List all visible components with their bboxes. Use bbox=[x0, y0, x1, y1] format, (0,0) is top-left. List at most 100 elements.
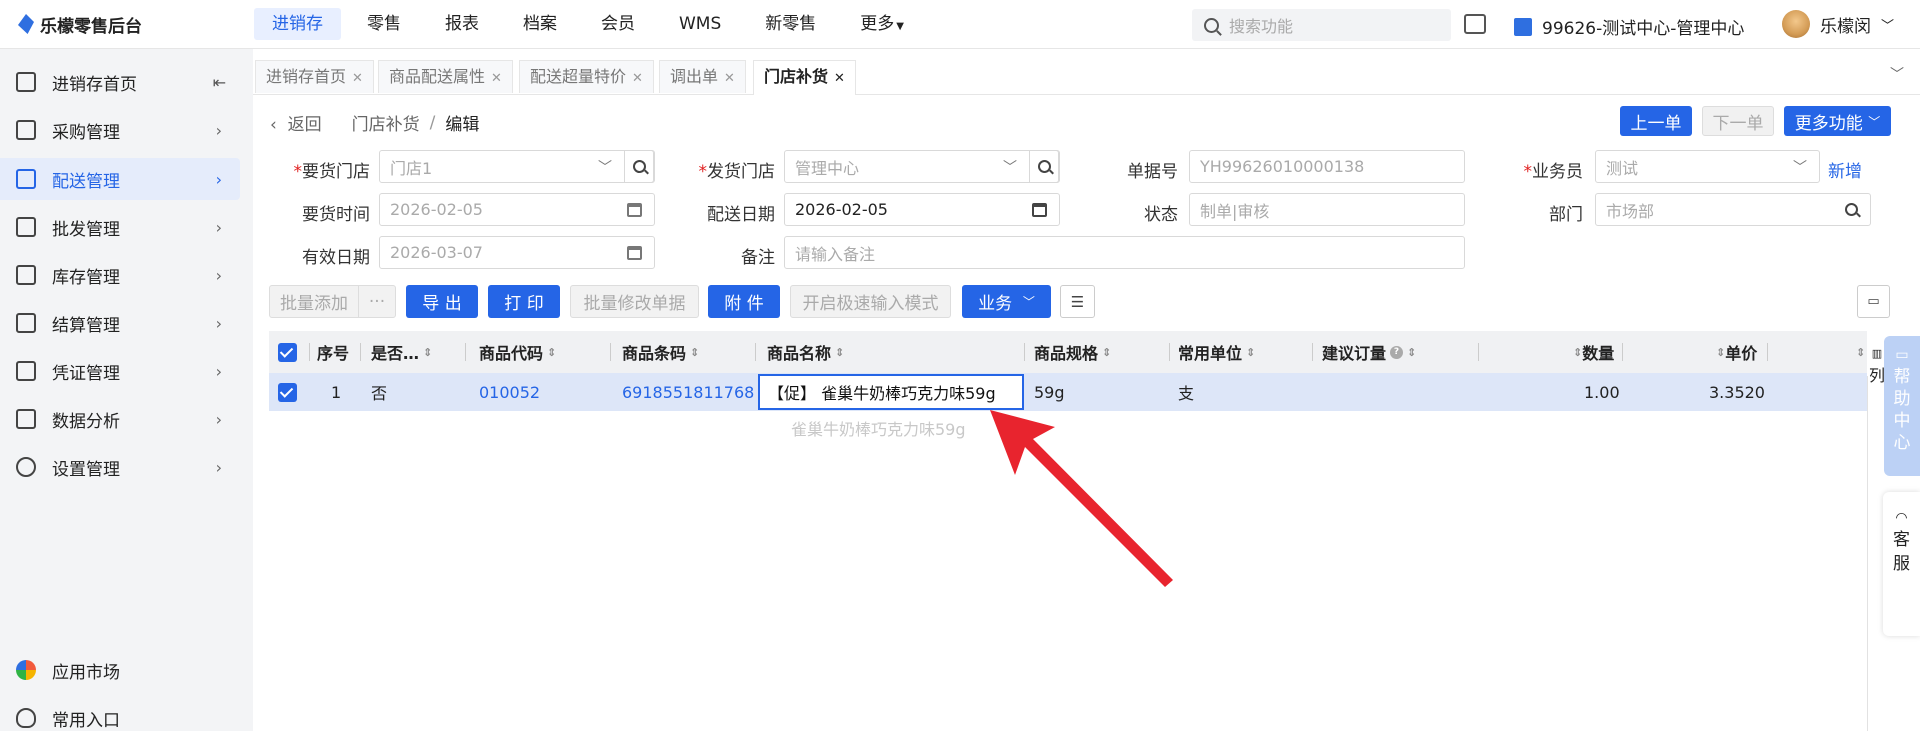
close-icon[interactable]: ✕ bbox=[834, 71, 845, 86]
search-icon[interactable] bbox=[1845, 203, 1858, 216]
remark-label: 备注 bbox=[741, 248, 775, 268]
prev-doc-button[interactable]: 上一单 bbox=[1620, 106, 1692, 136]
topnav-retail[interactable]: 零售 bbox=[349, 8, 419, 40]
name-suggestion[interactable]: 雀巢牛奶棒巧克力味59g bbox=[791, 416, 966, 440]
topnav-reports[interactable]: 报表 bbox=[427, 8, 497, 40]
tab-jinxiaocun-home[interactable]: 进销存首页 ✕ bbox=[255, 60, 374, 93]
sidebar-item-analytics[interactable]: 数据分析 › bbox=[0, 398, 240, 440]
business-dropdown[interactable]: 业务 ﹀ bbox=[962, 285, 1051, 318]
search-input[interactable]: 搜索功能 bbox=[1192, 9, 1451, 41]
cell-flag[interactable]: 否 bbox=[371, 373, 387, 411]
send-store-select[interactable]: 管理中心 ﹀ bbox=[784, 150, 1060, 183]
close-icon[interactable]: ✕ bbox=[352, 71, 363, 86]
chevron-down-icon[interactable]: ﹀ bbox=[1890, 64, 1904, 84]
tab-overqty-special[interactable]: 配送超量特价 ✕ bbox=[519, 60, 654, 93]
batch-modify-button[interactable]: 批量修改单据 bbox=[570, 285, 699, 318]
logo-icon bbox=[18, 14, 34, 34]
tab-delivery-attr[interactable]: 商品配送属性 ✕ bbox=[378, 60, 513, 93]
calendar-icon bbox=[627, 245, 642, 260]
cell-barcode[interactable]: 6918551811768 bbox=[622, 373, 754, 411]
topnav-more[interactable]: 更多 ▼ bbox=[842, 8, 922, 40]
req-store-search-button[interactable] bbox=[624, 150, 654, 183]
sort-icon: ⇕ bbox=[835, 345, 845, 359]
sidebar-item-label: 进销存首页 bbox=[52, 74, 137, 95]
close-icon[interactable]: ✕ bbox=[724, 71, 735, 86]
print-button[interactable]: 打 印 bbox=[488, 285, 560, 318]
column-settings-icon[interactable]: ☰ bbox=[1060, 285, 1095, 318]
export-button[interactable]: 导 出 bbox=[406, 285, 478, 318]
scrollbar[interactable] bbox=[1867, 376, 1868, 731]
app-logo[interactable]: 乐檬零售后台 bbox=[0, 12, 250, 37]
cell-qty[interactable]: 1.00 bbox=[1584, 373, 1620, 411]
sidebar-item-delivery[interactable]: 配送管理 › bbox=[0, 158, 240, 200]
attachment-button[interactable]: 附 件 bbox=[708, 285, 780, 318]
chart-icon bbox=[16, 409, 36, 429]
col-qty[interactable]: ⇕ 数量 bbox=[1569, 331, 1614, 373]
valid-date-field[interactable]: 2026-03-07 bbox=[379, 236, 655, 269]
topnav-wms[interactable]: WMS bbox=[661, 8, 739, 40]
delivery-date-field[interactable]: 2026-02-05 bbox=[784, 193, 1060, 226]
org-selector[interactable]: 99626-测试中心-管理中心 bbox=[1514, 14, 1744, 39]
batch-add-button[interactable]: 批量添加 bbox=[269, 285, 359, 318]
col-spec[interactable]: 商品规格 ⇕ bbox=[1034, 331, 1111, 373]
sidebar-item-settlement[interactable]: 结算管理 › bbox=[0, 302, 240, 344]
sidebar-favorites[interactable]: 常用入口 bbox=[0, 697, 240, 739]
col-price[interactable]: ⇕ 单价 bbox=[1712, 331, 1757, 373]
dept-field[interactable]: 市场部 bbox=[1595, 193, 1871, 226]
topnav-new-retail[interactable]: 新零售 bbox=[747, 8, 834, 40]
col-barcode[interactable]: 商品条码 ⇕ bbox=[622, 331, 699, 373]
user-menu[interactable]: 乐檬闵 ﹀ bbox=[1782, 10, 1894, 38]
sidebar-item-home[interactable]: 进销存首页 ⇤ bbox=[0, 61, 240, 103]
new-salesman-link[interactable]: 新增 bbox=[1828, 157, 1862, 182]
customer-service-widget[interactable]: ◠ 客 服 bbox=[1883, 492, 1920, 636]
sidebar-item-voucher[interactable]: 凭证管理 › bbox=[0, 350, 240, 392]
tab-transfer-out[interactable]: 调出单 ✕ bbox=[659, 60, 746, 93]
next-doc-button[interactable]: 下一单 bbox=[1702, 106, 1774, 136]
col-unit[interactable]: 常用单位 ⇕ bbox=[1178, 331, 1255, 373]
req-time-field[interactable]: 2026-02-05 bbox=[379, 193, 655, 226]
salesman-select[interactable]: 测试 ﹀ bbox=[1595, 150, 1820, 183]
remark-field[interactable]: 请输入备注 bbox=[784, 236, 1465, 269]
archive-icon[interactable]: ▭ bbox=[1857, 285, 1890, 318]
close-icon[interactable]: ✕ bbox=[632, 71, 643, 86]
col-unit-label: 常用单位 bbox=[1178, 344, 1243, 363]
close-icon[interactable]: ✕ bbox=[491, 71, 502, 86]
sidebar-app-market[interactable]: 应用市场 bbox=[0, 649, 240, 691]
fast-input-button[interactable]: 开启极速输入模式 bbox=[790, 285, 951, 318]
help-center-widget[interactable]: ▭ 帮 助 中 心 bbox=[1884, 336, 1920, 476]
cell-code[interactable]: 010052 bbox=[479, 373, 540, 411]
tab-store-replenish[interactable]: 门店补货 ✕ bbox=[753, 60, 856, 95]
col-more-sort[interactable]: ⇕ bbox=[1852, 331, 1865, 373]
more-functions-label: 更多功能 bbox=[1794, 113, 1863, 134]
sidebar-item-settings[interactable]: 设置管理 › bbox=[0, 446, 240, 488]
status-field[interactable]: 制单|审核 bbox=[1189, 193, 1465, 226]
cell-price[interactable]: 3.3520 bbox=[1709, 373, 1765, 411]
col-flag[interactable]: 是否… ⇕ bbox=[371, 331, 432, 373]
search-icon bbox=[632, 160, 646, 173]
sidebar-item-inventory[interactable]: 库存管理 › bbox=[0, 254, 240, 296]
breadcrumb-parent[interactable]: 门店补货 bbox=[352, 110, 420, 135]
cell-unit[interactable]: 支 bbox=[1178, 373, 1194, 411]
select-all-checkbox[interactable] bbox=[278, 331, 297, 373]
back-link[interactable]: ‹ 返回 bbox=[270, 110, 322, 135]
topnav-jinxiaocun[interactable]: 进销存 bbox=[254, 8, 341, 40]
more-functions-button[interactable]: 更多功能 ﹀ bbox=[1784, 106, 1891, 136]
chevron-down-icon: ﹀ bbox=[1868, 114, 1881, 129]
col-name[interactable]: 商品名称 ⇕ bbox=[767, 331, 844, 373]
sort-icon: ⇕ bbox=[1246, 345, 1256, 359]
topnav-archive[interactable]: 档案 bbox=[505, 8, 575, 40]
req-store-select[interactable]: 门店1 ﹀ bbox=[379, 150, 655, 183]
send-store-search-button[interactable] bbox=[1029, 150, 1059, 183]
topnav-member[interactable]: 会员 bbox=[583, 8, 653, 40]
col-suggest[interactable]: 建议订量? ⇕ bbox=[1322, 331, 1416, 373]
row-checkbox[interactable] bbox=[278, 373, 297, 411]
printer-icon[interactable] bbox=[1464, 14, 1486, 34]
batch-add-more-button[interactable]: ··· bbox=[358, 285, 396, 318]
sidebar-item-wholesale[interactable]: 批发管理 › bbox=[0, 206, 240, 248]
delivery-date-label: 配送日期 bbox=[707, 205, 775, 225]
col-code[interactable]: 商品代码 ⇕ bbox=[479, 331, 556, 373]
doc-no-label: 单据号 bbox=[1127, 162, 1178, 182]
sidebar-item-purchase[interactable]: 采购管理 › bbox=[0, 109, 240, 151]
doc-no-field[interactable]: YH99626010000138 bbox=[1189, 150, 1465, 183]
collapse-sidebar-icon[interactable]: ⇤ bbox=[213, 73, 226, 92]
